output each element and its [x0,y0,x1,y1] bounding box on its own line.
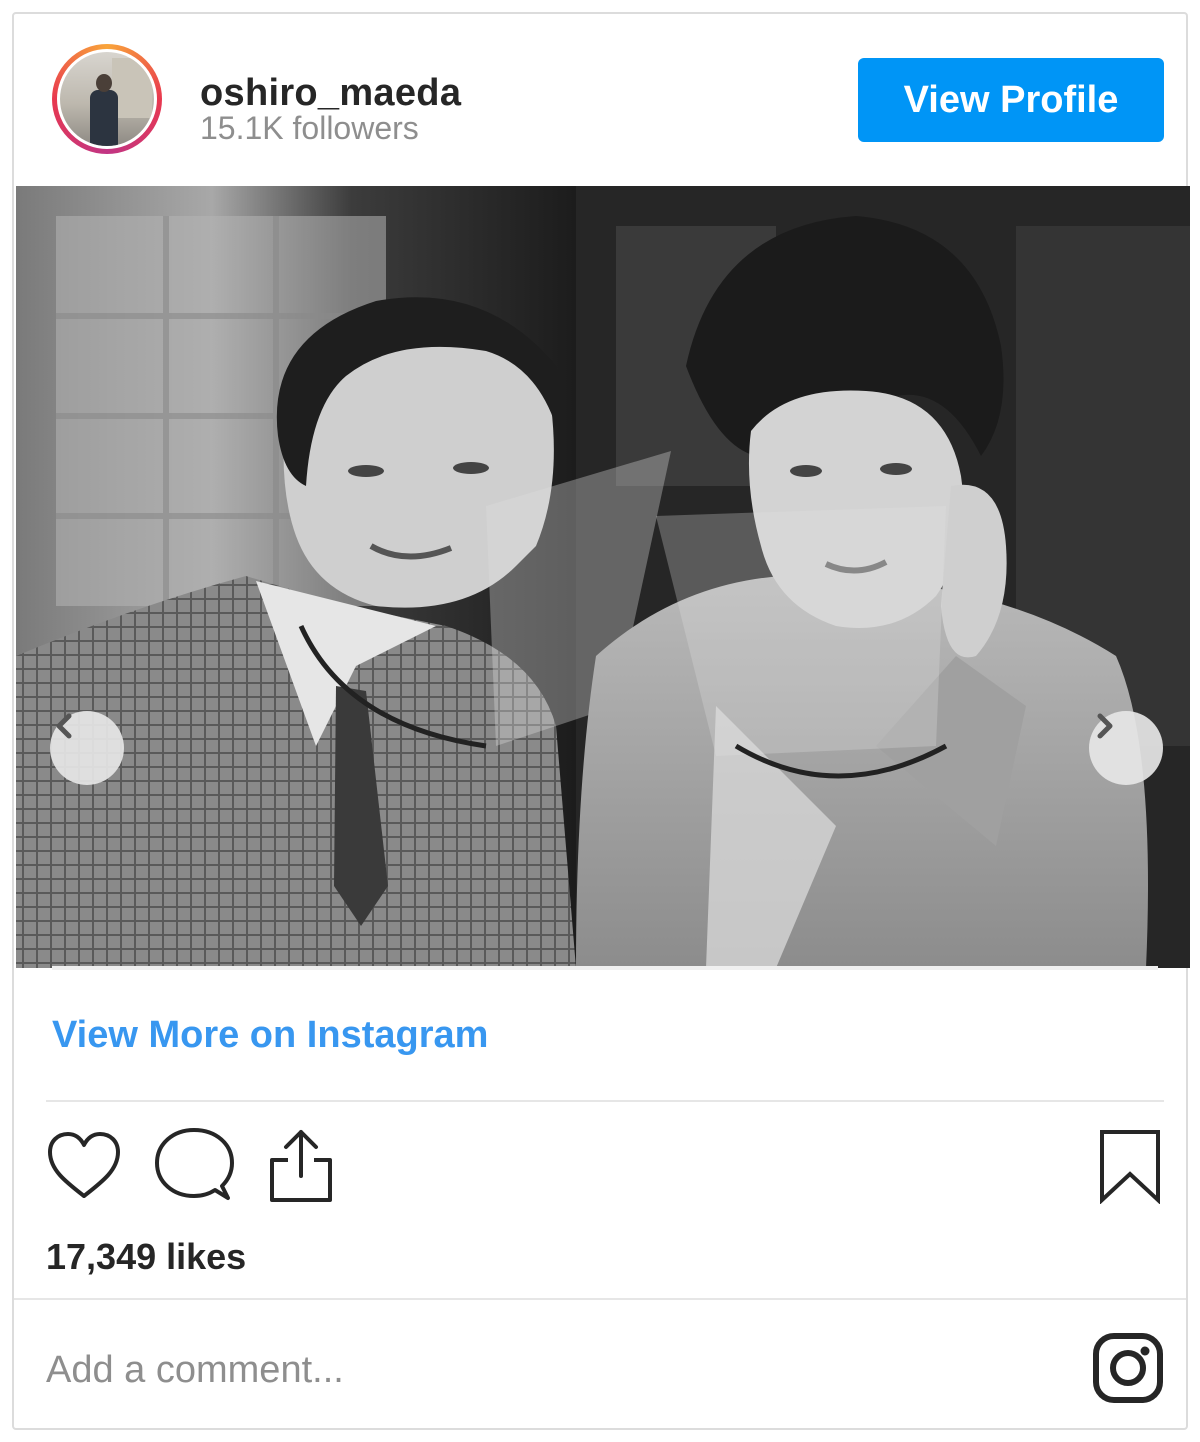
follower-count: 15.1K followers [200,110,419,146]
avatar-person-body [90,90,118,146]
bookmark-icon [1100,1130,1160,1205]
share-button[interactable] [266,1128,336,1209]
share-icon [270,1130,332,1202]
divider [14,1298,1186,1300]
divider [46,1100,1164,1102]
comment-button[interactable] [154,1126,234,1209]
comment-input[interactable] [46,1334,946,1406]
instagram-embed-card: oshiro_maeda 15.1K followers View Profil… [12,12,1190,1430]
previous-photo-button[interactable] [50,711,124,785]
view-more-link[interactable]: View More on Instagram [52,1014,488,1057]
next-photo-button[interactable] [1089,711,1163,785]
photo-divider [52,966,1158,970]
avatar-background [112,58,152,118]
avatar-person-head [96,74,112,92]
like-count: 17,349 likes [46,1236,247,1277]
like-button[interactable] [46,1130,122,1205]
view-profile-button[interactable]: View Profile [858,58,1164,142]
instagram-link[interactable] [1092,1332,1164,1409]
heart-icon [48,1132,120,1198]
post-photo[interactable] [16,186,1190,968]
photo-illustration [16,186,1190,968]
username[interactable]: oshiro_maeda [200,72,461,115]
avatar-story-ring[interactable] [52,44,162,154]
avatar[interactable] [57,49,157,149]
save-button[interactable] [1098,1128,1162,1209]
chevron-right-icon [1097,713,1113,739]
post-header: oshiro_maeda 15.1K followers View Profil… [14,14,1186,186]
instagram-icon [1093,1333,1163,1403]
speech-bubble-icon [155,1128,234,1200]
chevron-left-icon [56,713,72,739]
